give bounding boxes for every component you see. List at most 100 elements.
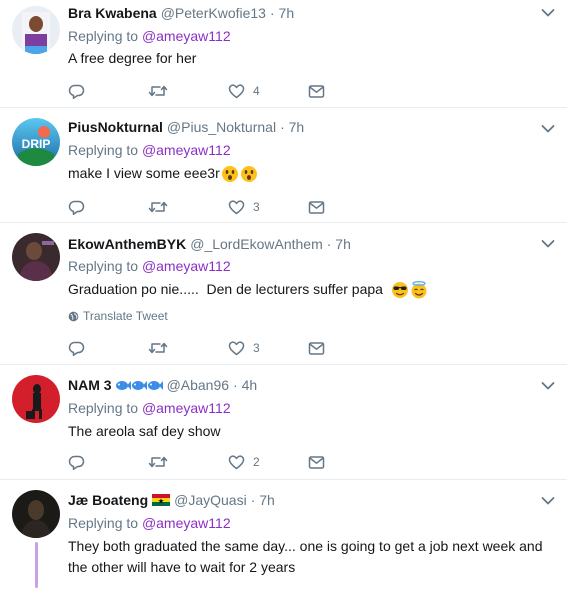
translate-tweet-link[interactable]: Translate Tweet bbox=[68, 309, 168, 323]
avatar[interactable] bbox=[12, 375, 60, 423]
replying-to: Replying to @ameyaw112 bbox=[68, 258, 231, 274]
mention-link[interactable]: @ameyaw112 bbox=[142, 400, 231, 416]
sunglasses-face-icon bbox=[391, 281, 408, 298]
dm-icon bbox=[308, 455, 325, 469]
reply-icon bbox=[68, 455, 85, 470]
halo-face-icon bbox=[411, 280, 427, 298]
mention-link[interactable]: @ameyaw112 bbox=[142, 28, 231, 44]
handle[interactable]: @PeterKwofie13 bbox=[161, 5, 266, 21]
timestamp[interactable]: · 7h bbox=[280, 119, 304, 135]
like-button[interactable]: 3 bbox=[228, 340, 308, 356]
tweet[interactable]: Jæ Boateng @JayQuasi · 7h Replying to @a… bbox=[0, 480, 567, 590]
handle[interactable]: @Aban96 bbox=[167, 377, 229, 393]
tweet-text-row: make I view some eee3r bbox=[68, 163, 556, 184]
reply-button[interactable] bbox=[68, 199, 148, 215]
like-icon bbox=[228, 200, 245, 215]
ghana-flag-icon bbox=[152, 494, 171, 506]
handle[interactable]: @_LordEkowAnthem bbox=[190, 236, 323, 252]
avatar-image: DRIP bbox=[12, 118, 60, 166]
chevron-down-icon[interactable] bbox=[541, 496, 555, 506]
like-count: 2 bbox=[253, 455, 260, 469]
tweet-text-row: Graduation po nie..... Den de lecturers … bbox=[68, 279, 556, 300]
replying-to: Replying to @ameyaw112 bbox=[68, 400, 231, 416]
avatar[interactable]: DRIP bbox=[12, 118, 60, 166]
tweet-text: make I view some eee3r bbox=[68, 165, 220, 181]
fish-emoji-icon bbox=[131, 380, 147, 390]
handle[interactable]: @JayQuasi bbox=[174, 492, 247, 508]
fish-emoji-icon bbox=[147, 380, 163, 390]
avatar[interactable] bbox=[12, 233, 60, 281]
timestamp[interactable]: · 4h bbox=[233, 377, 257, 393]
dm-icon bbox=[308, 84, 325, 98]
chevron-down-icon[interactable] bbox=[541, 124, 555, 134]
display-name[interactable]: EkowAnthemBYK bbox=[68, 236, 186, 252]
retweet-icon bbox=[148, 342, 168, 354]
like-icon bbox=[228, 455, 245, 470]
like-icon bbox=[228, 84, 245, 99]
avatar-text: DRIP bbox=[22, 137, 51, 151]
like-icon bbox=[228, 341, 245, 356]
like-button[interactable]: 3 bbox=[228, 199, 308, 215]
retweet-button[interactable] bbox=[148, 454, 228, 470]
retweet-button[interactable] bbox=[148, 199, 228, 215]
avatar-image bbox=[12, 375, 60, 423]
astonished-face-icon bbox=[240, 165, 257, 182]
reply-button[interactable] bbox=[68, 340, 148, 356]
reply-button[interactable] bbox=[68, 83, 148, 99]
mention-link[interactable]: @ameyaw112 bbox=[142, 142, 231, 158]
replying-to: Replying to @ameyaw112 bbox=[68, 28, 231, 44]
tweet-text: Graduation po nie..... Den de lecturers … bbox=[68, 281, 383, 297]
avatar[interactable] bbox=[12, 6, 60, 54]
chevron-down-icon[interactable] bbox=[541, 8, 555, 18]
reply-button[interactable] bbox=[68, 454, 148, 470]
replying-prefix: Replying to bbox=[68, 142, 142, 158]
reply-icon bbox=[68, 341, 85, 356]
globe-icon bbox=[68, 311, 79, 321]
dm-button[interactable] bbox=[308, 341, 388, 356]
tweet[interactable]: Bra Kwabena @PeterKwofie13 · 7h Replying… bbox=[0, 0, 567, 108]
like-count: 4 bbox=[253, 84, 260, 98]
dm-button[interactable] bbox=[308, 200, 388, 215]
dm-icon bbox=[308, 341, 325, 355]
tweet-text: The areola saf dey show bbox=[68, 423, 221, 439]
replying-prefix: Replying to bbox=[68, 28, 142, 44]
handle[interactable]: @Pius_Nokturnal bbox=[167, 119, 276, 135]
reply-icon bbox=[68, 84, 85, 99]
retweet-icon bbox=[148, 456, 168, 468]
tweet-actions: 3 bbox=[68, 197, 388, 217]
chevron-down-icon[interactable] bbox=[541, 239, 555, 249]
display-name[interactable]: NAM 3 bbox=[68, 377, 112, 393]
timestamp[interactable]: · 7h bbox=[270, 5, 294, 21]
display-name[interactable]: PiusNokturnal bbox=[68, 119, 163, 135]
retweet-icon bbox=[148, 201, 168, 213]
tweet[interactable]: DRIP PiusNokturnal @Pius_Nokturnal · 7h … bbox=[0, 108, 567, 223]
tweet-text: A free degree for her bbox=[68, 50, 197, 66]
like-count: 3 bbox=[253, 341, 260, 355]
reply-icon bbox=[68, 200, 85, 215]
like-button[interactable]: 4 bbox=[228, 83, 308, 99]
avatar[interactable] bbox=[12, 490, 60, 538]
replying-to: Replying to @ameyaw112 bbox=[68, 515, 231, 531]
timestamp[interactable]: · 7h bbox=[251, 492, 275, 508]
dm-button[interactable] bbox=[308, 84, 388, 99]
display-name[interactable]: Jæ Boateng bbox=[68, 492, 148, 508]
translate-label[interactable]: Translate Tweet bbox=[83, 309, 168, 323]
display-name[interactable]: Bra Kwabena bbox=[68, 5, 157, 21]
dm-button[interactable] bbox=[308, 455, 388, 470]
name-emojis bbox=[115, 379, 163, 392]
fish-emoji-icon bbox=[115, 380, 131, 390]
mention-link[interactable]: @ameyaw112 bbox=[142, 258, 231, 274]
replying-prefix: Replying to bbox=[68, 515, 142, 531]
like-button[interactable]: 2 bbox=[228, 454, 308, 470]
retweet-button[interactable] bbox=[148, 83, 228, 99]
retweet-icon bbox=[148, 85, 168, 97]
tweet[interactable]: NAM 3 @Aban96 · 4h Replying to @ameyaw11… bbox=[0, 365, 567, 480]
avatar-image bbox=[12, 6, 60, 54]
mention-link[interactable]: @ameyaw112 bbox=[142, 515, 231, 531]
tweet[interactable]: EkowAnthemBYK @_LordEkowAnthem · 7h Repl… bbox=[0, 223, 567, 365]
timestamp[interactable]: · 7h bbox=[327, 236, 351, 252]
retweet-button[interactable] bbox=[148, 340, 228, 356]
replying-prefix: Replying to bbox=[68, 400, 142, 416]
chevron-down-icon[interactable] bbox=[541, 381, 555, 391]
tweet-actions: 4 bbox=[68, 81, 388, 101]
